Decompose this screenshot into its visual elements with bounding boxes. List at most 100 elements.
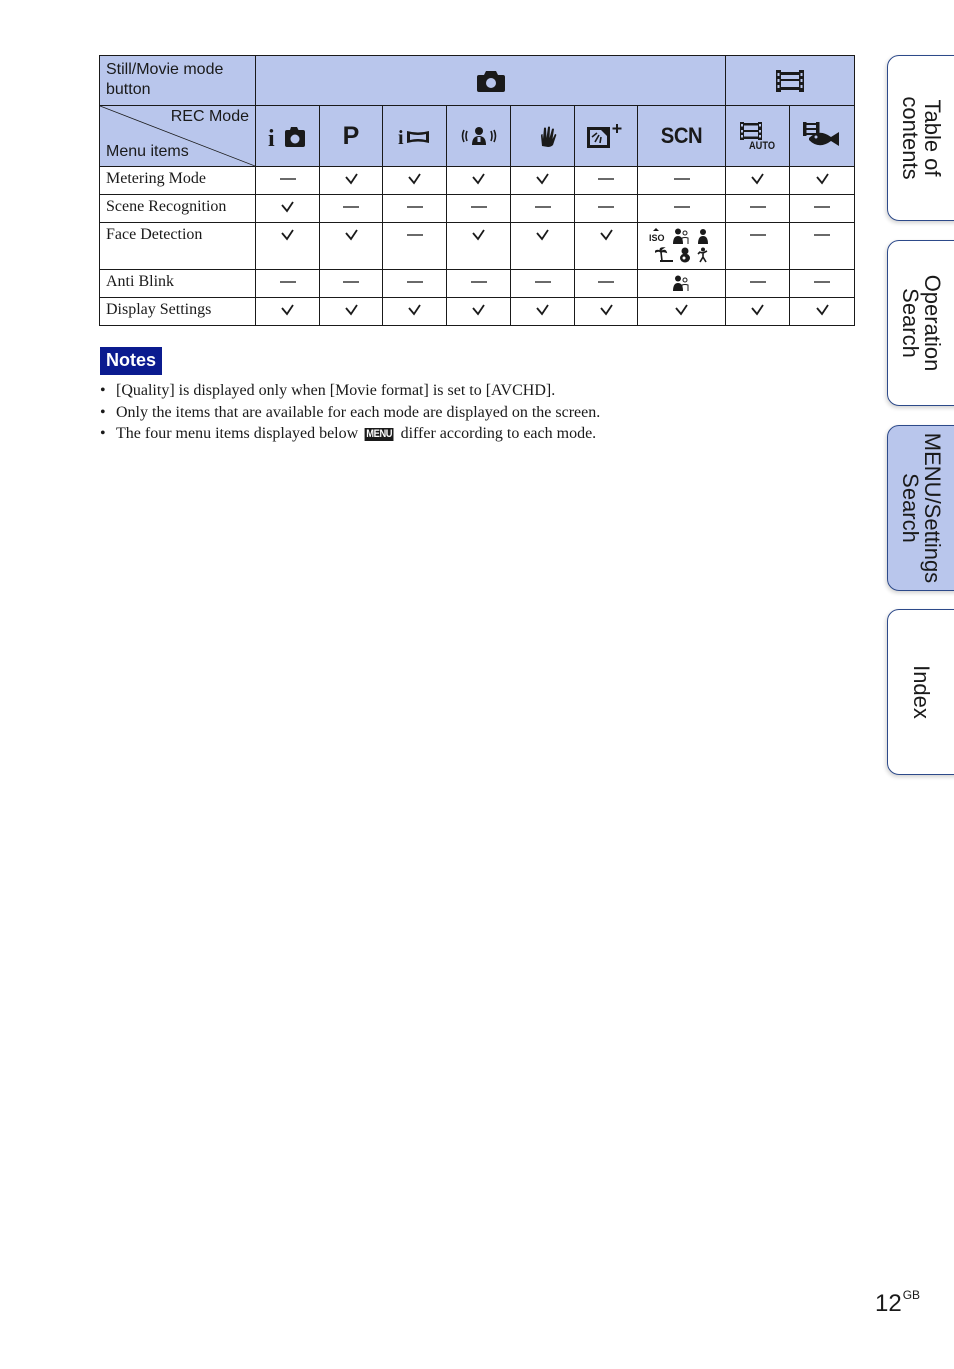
- mode-intelligent-panorama: i: [382, 105, 447, 167]
- still-group-header: [254, 55, 727, 106]
- available-cell: [319, 166, 383, 195]
- check-icon: [599, 228, 613, 245]
- tab-table-of-contents[interactable]: Table of contents: [887, 55, 954, 221]
- mode-backlight-hdr: [574, 105, 638, 167]
- mode-anti-motion-blur: [446, 105, 511, 167]
- mode-handheld-twilight: [510, 105, 575, 167]
- gourmet-pet-icon: [696, 247, 709, 263]
- unavailable-cell: [382, 194, 447, 223]
- svg-text:i: i: [398, 127, 404, 146]
- unavailable-cell: [725, 194, 791, 223]
- unavailable-cell: [574, 269, 638, 298]
- dash-icon: [406, 228, 423, 245]
- available-cell: [636, 297, 727, 326]
- check-icon: [472, 172, 485, 189]
- mode-intelligent-auto: i: [255, 105, 320, 167]
- check-icon: [536, 303, 549, 320]
- unavailable-cell: [725, 269, 791, 298]
- available-cell: [789, 297, 856, 326]
- available-cell: [382, 166, 447, 195]
- soft-snap-icon: [672, 228, 691, 244]
- check-icon: [408, 303, 421, 320]
- note-item: The four menu items displayed below MENU…: [99, 423, 600, 445]
- rec-mode-corner: REC Mode Menu items: [99, 105, 256, 167]
- check-icon: [751, 303, 764, 320]
- mode-button-header: Still/Movie mode button: [99, 55, 256, 106]
- check-icon: [815, 172, 829, 189]
- tab-operation-search[interactable]: Operation Search: [887, 240, 954, 406]
- available-cell: [510, 222, 575, 270]
- check-icon: [536, 172, 549, 189]
- unavailable-cell: [319, 194, 383, 223]
- tab-label: Table of: [920, 99, 946, 177]
- note-text: differ according to each mode.: [396, 425, 597, 442]
- mode-movie-auto: AUTO: [725, 105, 791, 167]
- note-text: The four menu items displayed below: [116, 425, 363, 442]
- underwater-movie-icon: [803, 122, 841, 146]
- dash-icon: [470, 200, 487, 217]
- check-icon: [281, 200, 294, 217]
- dash-icon: [279, 275, 296, 292]
- notes-badge: Notes: [100, 347, 163, 375]
- page-number-value: 12: [875, 1290, 902, 1317]
- beach-icon: [652, 247, 673, 263]
- check-icon: [472, 228, 485, 245]
- available-cell: [255, 194, 320, 223]
- tab-label: Search: [898, 288, 924, 358]
- dash-icon: [534, 200, 551, 217]
- check-icon: [344, 172, 358, 189]
- unavailable-cell: [510, 269, 575, 298]
- page-number: 12GB: [875, 1288, 920, 1318]
- intelligent-panorama-icon: i: [398, 127, 432, 146]
- menu-item-name: Display Settings: [99, 297, 256, 326]
- dash-icon: [343, 200, 359, 217]
- available-cell: [510, 297, 575, 326]
- dash-icon: [673, 200, 690, 217]
- page-number-suffix: GB: [902, 1288, 921, 1302]
- table-row: Face Detection ISO: [99, 222, 856, 270]
- check-icon: [408, 172, 421, 189]
- unavailable-cell: [574, 166, 638, 195]
- dash-icon: [470, 275, 487, 292]
- program-p-icon: P: [342, 121, 360, 150]
- unavailable-cell: [789, 194, 856, 223]
- high-sensitivity-iso-icon: ISO: [649, 228, 667, 244]
- baby-snow-icon: [679, 247, 691, 263]
- table-row: Anti Blink: [99, 269, 856, 298]
- unavailable-cell: [255, 269, 320, 298]
- table-row: Display Settings: [99, 297, 856, 326]
- note-item: Only the items that are available for ea…: [99, 402, 600, 424]
- tab-index[interactable]: Index: [887, 609, 954, 775]
- movie-auto-icon: AUTO: [739, 122, 777, 151]
- tab-label: contents: [898, 96, 924, 180]
- check-icon: [472, 303, 485, 320]
- available-cell: [446, 166, 511, 195]
- check-icon: [751, 172, 764, 189]
- menu-item-name: Face Detection: [99, 222, 256, 270]
- check-icon: [344, 228, 358, 245]
- dash-icon: [534, 275, 551, 292]
- scene-icons-cell: [636, 269, 727, 298]
- scene-icons-cell: ISO: [636, 222, 727, 270]
- mode-scene-selection: SCN: [636, 105, 727, 167]
- available-cell: [574, 297, 638, 326]
- available-cell: [510, 166, 575, 195]
- table-row: Metering Mode: [99, 166, 856, 195]
- svg-text:ISO: ISO: [649, 233, 665, 242]
- dash-icon: [814, 228, 831, 245]
- available-cell: [446, 297, 511, 326]
- night-portrait-icon: [697, 228, 715, 244]
- dash-icon: [814, 275, 831, 292]
- available-cell: [574, 222, 638, 270]
- tab-label: Search: [898, 473, 924, 543]
- check-icon: [599, 303, 613, 320]
- tab-menu-settings-search[interactable]: MENU/Settings Search: [887, 425, 954, 591]
- backlight-hdr-icon: [587, 124, 625, 148]
- unavailable-cell: [636, 194, 727, 223]
- unavailable-cell: [319, 269, 383, 298]
- available-cell: [446, 222, 511, 270]
- available-cell: [319, 297, 383, 326]
- unavailable-cell: [789, 222, 856, 270]
- available-cell: [319, 222, 383, 270]
- unavailable-cell: [725, 222, 791, 270]
